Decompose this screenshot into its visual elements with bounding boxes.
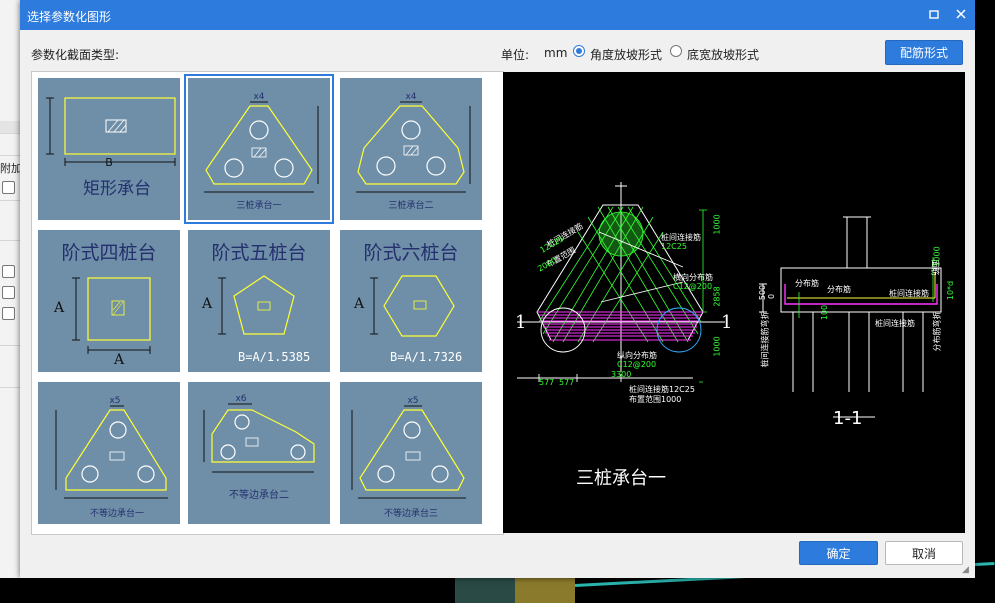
dim-label: x4: [405, 92, 417, 102]
shape-tile-stepped-six[interactable]: 阶式六桩台 A B=A/1.7326: [340, 230, 482, 372]
cad-dim: 2858: [712, 286, 722, 307]
background-row: [0, 387, 22, 388]
ratio-formula: B=A/1.7326: [390, 350, 463, 364]
cad-dim: 100: [820, 304, 830, 321]
shape-tile-unequal-3[interactable]: x5 不等边承台三: [340, 382, 482, 524]
section-mark-left: 1: [515, 312, 527, 333]
background-row: [0, 240, 22, 241]
background-row: [0, 345, 22, 346]
shape-tile-stepped-four[interactable]: 阶式四桩台 A A: [38, 230, 180, 372]
cad-dim: 577: [539, 378, 555, 387]
background-partial-label: 附加: [0, 162, 22, 175]
section-title: 1-1: [833, 408, 863, 429]
dim-label: x4: [253, 92, 265, 102]
cad-label: 分布筋: [795, 279, 819, 288]
background-panel-header: [0, 121, 22, 133]
section-type-label: 参数化截面类型:: [31, 48, 120, 62]
cad-dim: 1000: [712, 336, 722, 357]
dim-label: A: [114, 352, 125, 368]
shape-name: 三桩承台一: [236, 201, 282, 211]
cad-label: C12@200: [673, 282, 713, 291]
resize-grip-icon[interactable]: ◢: [962, 565, 972, 575]
shape-name: 三桩承台二: [388, 201, 434, 211]
angle-slope-radio[interactable]: [573, 45, 585, 57]
width-slope-label[interactable]: 底宽放坡形式: [687, 46, 759, 63]
dialog-title: 选择参数化图形: [27, 10, 112, 24]
ratio-formula: B=A/1.5385: [238, 350, 311, 364]
cad-dim: 10*d: [946, 280, 956, 301]
cad-preview-drawing: [517, 182, 942, 418]
close-icon[interactable]: [954, 7, 968, 21]
shape-tile-rect[interactable]: A B 矩形承台: [38, 78, 180, 220]
cad-label: 布置范围1000: [629, 395, 682, 404]
cad-label: C12@200: [617, 360, 657, 369]
cad-dim: 1000: [932, 246, 942, 267]
shape-gallery[interactable]: A B 矩形承台 x4 三桩承台一: [31, 71, 504, 535]
cancel-button[interactable]: 取消: [885, 541, 963, 565]
section-mark-right: 1: [721, 312, 733, 333]
dim-label: A: [354, 296, 365, 312]
background-checkbox[interactable]: [2, 286, 15, 299]
shape-name: 阶式五桩台: [211, 242, 307, 264]
shape-name: 阶式四桩台: [61, 242, 157, 264]
maximize-icon[interactable]: [927, 7, 941, 21]
cad-dim: 500: [758, 284, 768, 301]
cad-dim: 577: [559, 378, 575, 387]
background-3d-view: [0, 562, 995, 603]
background-pillar: [455, 578, 515, 603]
dim-label: x5: [109, 396, 121, 406]
cad-dim: 1000: [712, 214, 722, 235]
cad-label: 桩间连接筋: [889, 289, 929, 298]
background-pillar: [515, 578, 575, 603]
cad-label: 分布筋弯折: [932, 311, 942, 352]
unit-label: 单位:: [501, 48, 530, 62]
dim-label: A: [202, 296, 213, 312]
background-row: [0, 155, 22, 156]
dim-label: B: [105, 156, 113, 169]
rebar-form-button[interactable]: 配筋形式: [885, 40, 963, 65]
background-checkbox[interactable]: [2, 265, 15, 278]
background-row: [0, 133, 22, 134]
background-checkbox[interactable]: [2, 181, 15, 194]
background-checkbox[interactable]: [2, 307, 15, 320]
shape-name: 不等边承台二: [229, 490, 289, 501]
shape-name: 矩形承台: [83, 179, 151, 199]
dim-label: x5: [407, 396, 419, 406]
shape-name: 不等边承台一: [89, 509, 144, 519]
shape-tile-stepped-five[interactable]: 阶式五桩台 A B=A/1.5385: [188, 230, 330, 372]
cad-label: 桩间连接筋: [875, 319, 915, 328]
angle-slope-label[interactable]: 角度放坡形式: [590, 46, 662, 63]
plan-title: 三桩承台一: [576, 468, 666, 489]
dim-label: x6: [235, 394, 247, 404]
cad-preview: 三桩承台一 1-1 1 1 桩间连接筋 12C25 布置范围 2000 桩间连接…: [503, 72, 965, 533]
cad-label: 桩间连接筋弯折: [760, 311, 770, 368]
unit-value: mm: [544, 46, 568, 60]
cad-label: 12C25: [661, 242, 687, 251]
dialog-titlebar[interactable]: 选择参数化图形: [20, 0, 975, 30]
cad-label: 分布筋: [827, 285, 851, 294]
parametric-shape-dialog: 选择参数化图形 参数化截面类型: 单位: mm 角度放坡形式 底宽放坡形式 配筋…: [20, 0, 975, 578]
width-slope-radio[interactable]: [670, 45, 682, 57]
background-row: [0, 200, 22, 201]
shape-name: 不等边承台三: [383, 509, 438, 519]
shape-tile-three-pile-2[interactable]: x4 三桩承台二: [340, 78, 482, 220]
shape-tile-unequal-1[interactable]: x5 不等边承台一: [38, 382, 180, 524]
dim-label: A: [54, 300, 65, 316]
ok-button[interactable]: 确定: [799, 541, 878, 565]
cad-dim: 3300: [611, 370, 632, 379]
shape-tile-three-pile-1[interactable]: x4 三桩承台一: [184, 74, 334, 224]
shape-tile-unequal-2[interactable]: x6 不等边承台二: [188, 382, 330, 524]
cad-dim: 0: [767, 293, 777, 300]
shape-name: 阶式六桩台: [363, 242, 459, 264]
